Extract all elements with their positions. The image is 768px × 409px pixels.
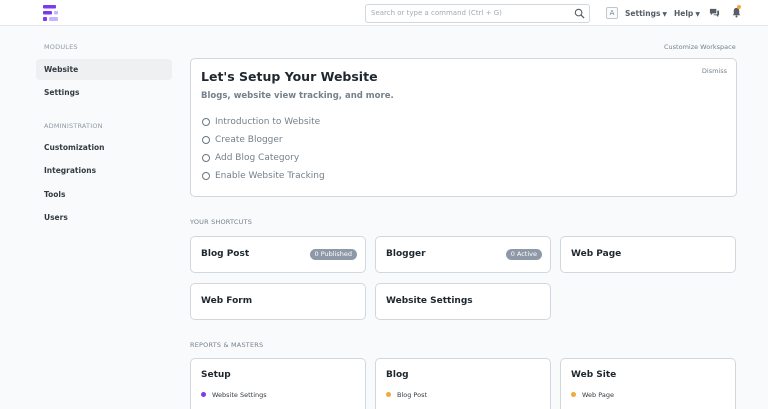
dismiss-button[interactable]: Dismiss	[702, 67, 727, 75]
shortcut-card-website-settings[interactable]: Website Settings	[375, 283, 551, 320]
report-card-title: Setup	[201, 370, 231, 380]
help-dropdown-label: Help	[674, 9, 694, 18]
shortcut-label: Blog Post	[201, 249, 250, 259]
sidebar-administration-heading: ADMINISTRATION	[44, 122, 103, 130]
count-badge: 0 Published	[309, 249, 357, 260]
step-circle-icon	[202, 118, 210, 126]
status-dot-icon	[201, 392, 206, 397]
notification-bell-icon[interactable]	[731, 7, 742, 18]
report-card-title: Blog	[386, 370, 409, 380]
shortcut-card-web-form[interactable]: Web Form	[190, 283, 366, 320]
step-circle-icon	[202, 136, 210, 144]
onboarding-step-label: Enable Website Tracking	[215, 171, 325, 181]
top-navbar: Search or type a command (Ctrl + G) A Se…	[0, 0, 768, 26]
onboarding-widget: Let's Setup Your Website Blogs, website …	[190, 58, 737, 197]
reports-heading: REPORTS & MASTERS	[190, 341, 264, 349]
status-dot-icon	[386, 392, 391, 397]
shortcut-card-web-page[interactable]: Web Page	[560, 236, 736, 273]
report-link[interactable]: Website Settings	[201, 391, 267, 399]
sidebar-item-users[interactable]: Users	[36, 207, 172, 228]
user-avatar[interactable]: A	[606, 7, 618, 19]
customize-workspace-button[interactable]: Customize Workspace	[664, 43, 736, 51]
app-logo-icon[interactable]	[43, 5, 59, 21]
help-dropdown[interactable]: Help ▼	[674, 9, 700, 18]
onboarding-step-label: Introduction to Website	[215, 117, 321, 127]
onboarding-step-label: Create Blogger	[215, 135, 283, 145]
sidebar-item-integrations[interactable]: Integrations	[36, 160, 172, 181]
shortcuts-heading: YOUR SHORTCUTS	[190, 218, 253, 226]
report-link-label: Web Page	[582, 391, 614, 399]
report-card-blog: Blog Blog Post	[375, 358, 551, 409]
sidebar-item-website[interactable]: Website	[36, 59, 172, 80]
count-badge: 0 Active	[505, 249, 542, 260]
report-link-label: Website Settings	[212, 391, 267, 399]
settings-dropdown[interactable]: Settings ▼	[625, 9, 667, 18]
onboarding-title: Let's Setup Your Website	[201, 69, 378, 84]
shortcut-card-blogger[interactable]: Blogger 0 Active	[375, 236, 551, 273]
status-dot-icon	[571, 392, 576, 397]
sidebar-item-customization[interactable]: Customization	[36, 137, 172, 158]
sidebar-item-tools[interactable]: Tools	[36, 184, 172, 205]
search-bar[interactable]: Search or type a command (Ctrl + G)	[365, 4, 590, 23]
shortcut-label: Web Form	[201, 296, 253, 306]
notification-indicator	[737, 5, 741, 9]
chevron-down-icon: ▼	[662, 11, 668, 18]
shortcut-label: Website Settings	[386, 296, 473, 306]
shortcut-card-blog-post[interactable]: Blog Post 0 Published	[190, 236, 366, 273]
report-link-label: Blog Post	[397, 391, 428, 399]
onboarding-step-label: Add Blog Category	[215, 153, 300, 163]
shortcut-label: Blogger	[386, 249, 426, 259]
shortcut-label: Web Page	[571, 249, 622, 259]
onboarding-subtitle: Blogs, website view tracking, and more.	[201, 91, 394, 101]
report-link[interactable]: Web Page	[571, 391, 614, 399]
step-circle-icon	[202, 154, 210, 162]
step-circle-icon	[202, 172, 210, 180]
chevron-down-icon: ▼	[695, 11, 700, 18]
report-card-web-site: Web Site Web Page	[560, 358, 736, 409]
sidebar-item-settings[interactable]: Settings	[36, 82, 172, 103]
chat-icon[interactable]	[709, 7, 720, 18]
report-card-setup: Setup Website Settings	[190, 358, 366, 409]
report-link[interactable]: Blog Post	[386, 391, 427, 399]
settings-dropdown-label: Settings	[625, 9, 661, 18]
search-icon[interactable]	[574, 8, 585, 19]
sidebar-modules-heading: MODULES	[44, 43, 78, 51]
report-card-title: Web Site	[571, 370, 617, 380]
search-placeholder: Search or type a command (Ctrl + G)	[371, 9, 502, 17]
